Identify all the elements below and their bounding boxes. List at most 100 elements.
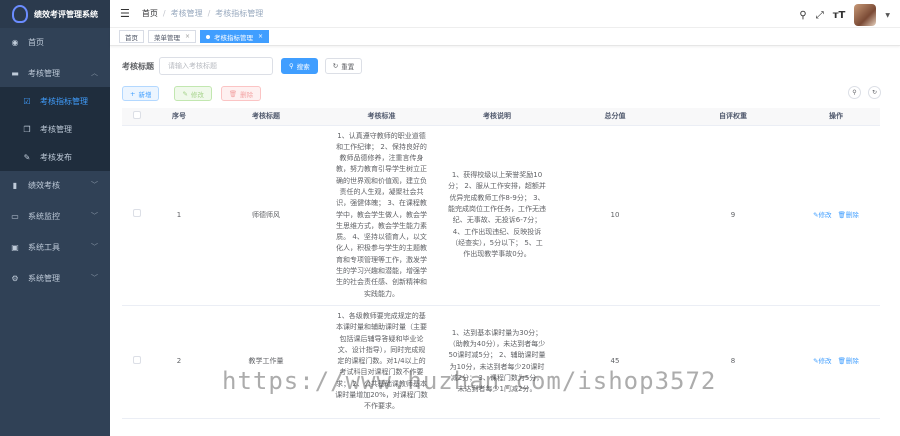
table-row: 2 教学工作量 1、各级教师要完成规定的基本课时量和辅助课时量（主要包括课后辅导… [122,305,880,419]
sidebar-item-monitor[interactable]: ▭ 系统监控 ﹀ [0,202,110,230]
cell-description: 1、达到基本课时量为30分；（助教为40分），未达到者每少50课时减5分； 2、… [438,305,556,419]
sidebar-item-label: 考核管理 [40,124,72,134]
breadcrumb-item: 考核指标管理 [215,9,264,18]
select-all-checkbox[interactable] [132,111,141,120]
indicator-table: 序号 考核标题 考核标准 考核说明 总分值 自评权重 操作 1 师德师风 1、认… [122,108,880,419]
refresh-button[interactable]: ↻ [868,86,881,99]
app-title: 绩效考评管理系统 [34,9,98,19]
toolbar: + 新增 ✎ 修改 🗑 删除 [122,86,262,101]
sidebar-item-tools[interactable]: ▣ 系统工具 ﹀ [0,233,110,261]
tag-menu-manage[interactable]: 菜单管理 × [148,30,197,43]
edit-icon: ✎ [182,89,188,98]
fullscreen-icon[interactable]: ⤢ [816,10,824,21]
toggle-search-button[interactable]: ⚲ [848,86,861,99]
toolbox-icon: ▣ [11,242,19,252]
copy-icon: ❐ [23,124,31,134]
column-header: 序号 [151,108,207,126]
cell-actions: ✎修改 🗑删除 [792,305,880,419]
sidebar-item-label: 考核管理 [28,68,60,78]
breadcrumb-separator: / [162,9,166,18]
cell-weight: 9 [674,125,792,306]
font-size-icon[interactable]: ᴛT [833,10,846,21]
search-input[interactable] [159,57,273,75]
tag-home[interactable]: 首页 [119,30,144,43]
row-edit-link[interactable]: ✎修改 [813,357,834,365]
tags-view: 首页 菜单管理 × 考核指标管理 × [110,28,900,46]
sidebar-item-indicator[interactable]: ☑ 考核指标管理 [0,87,110,115]
reset-button-label: 重置 [341,63,355,71]
sidebar-item-label: 首页 [28,37,44,47]
caret-down-icon[interactable]: ▼ [885,12,890,19]
cell-weight: 8 [674,305,792,419]
chart-icon: ▮ [12,180,18,190]
search-button[interactable]: ⚲ 搜索 [281,58,318,74]
logo-icon [12,5,28,23]
edit-button-label: 修改 [190,90,204,99]
folder-icon: ▬ [11,68,19,78]
checklist-icon: ☑ [23,96,31,106]
chevron-down-icon: ﹀ [91,181,98,189]
sidebar-item-system[interactable]: ⚙ 系统管理 ﹀ [0,264,110,292]
sidebar-item-performance[interactable]: ▮ 绩效考核 ﹀ [0,171,110,199]
delete-button[interactable]: 🗑 删除 [220,86,262,101]
cell-score: 10 [556,125,674,306]
monitor-icon: ▭ [11,211,19,221]
reset-button[interactable]: ↻ 重置 [324,58,363,74]
breadcrumb-item[interactable]: 首页 [142,8,158,19]
avatar[interactable] [854,4,877,26]
row-delete-link[interactable]: 🗑删除 [838,211,859,219]
chevron-up-icon: ︿ [91,69,98,77]
tag-indicator-manage[interactable]: 考核指标管理 × [200,30,270,43]
chevron-down-icon: ﹀ [91,274,98,282]
hamburger-icon[interactable]: ☰ [120,7,130,20]
topbar-actions: ⚲ ⤢ ᴛT ▼ [799,4,890,26]
close-icon[interactable]: × [185,33,190,40]
cell-title: 师德师风 [207,125,325,306]
column-header: 考核标题 [207,108,325,126]
chevron-down-icon: ﹀ [91,212,98,220]
row-delete-label: 删除 [845,357,859,366]
row-delete-link[interactable]: 🗑删除 [838,357,859,365]
row-edit-link[interactable]: ✎修改 [813,211,834,219]
sidebar-item-home[interactable]: ◉ 首页 [0,28,110,56]
cell-description: 1、获得校级以上荣誉奖励10分； 2、服从工作安排，超额并优异完成教师工作8-9… [438,125,556,306]
column-header: 考核说明 [438,108,556,126]
sidebar-item-label: 系统监控 [28,211,60,221]
row-delete-label: 删除 [845,210,859,219]
edit-button[interactable]: ✎ 修改 [174,86,212,101]
row-edit-label: 修改 [818,210,832,219]
search-icon: ⚲ [289,62,294,70]
column-header: 总分值 [556,108,674,126]
add-button[interactable]: + 新增 [122,86,160,101]
close-icon[interactable]: × [258,33,263,40]
breadcrumb-item: 考核管理 [170,9,203,18]
cell-index: 1 [151,125,207,306]
cell-actions: ✎修改 🗑删除 [792,125,880,306]
sidebar-item-publish[interactable]: ✎ 考核发布 [0,143,110,171]
sidebar-item-label: 考核指标管理 [40,96,88,106]
edit-icon: ✎ [23,152,31,162]
trash-icon: 🗑 [837,357,846,366]
tag-label: 首页 [125,33,138,42]
row-checkbox[interactable] [132,355,141,364]
sidebar-item-label: 考核发布 [40,152,72,162]
row-checkbox[interactable] [132,209,141,218]
sidebar-item-label: 绩效考核 [28,180,60,190]
app-logo[interactable]: 绩效考评管理系统 [0,0,110,28]
breadcrumb-separator: / [207,9,211,18]
cell-standard: 1、认真遵守教师的职业道德和工作纪律； 2、保持良好的教师品德修养，注重言传身教… [325,125,438,306]
search-form: 考核标题 ⚲ 搜索 ↻ 重置 [122,57,363,75]
column-header: 考核标准 [325,108,438,126]
delete-button-label: 删除 [240,90,254,99]
sidebar: 绩效考评管理系统 ◉ 首页 ▬ 考核管理 ︿ ☑ 考核指标管理 ❐ 考核管理 ✎… [0,0,110,436]
cell-score: 45 [556,305,674,419]
dashboard-icon: ◉ [11,37,19,47]
search-icon[interactable]: ⚲ [799,10,806,21]
refresh-icon: ↻ [332,62,339,70]
row-edit-label: 修改 [818,357,832,366]
refresh-icon: ↻ [871,89,878,96]
sidebar-item-assessment[interactable]: ▬ 考核管理 ︿ [0,59,110,87]
tag-label: 考核指标管理 [214,33,254,42]
sidebar-item-assessment-manage[interactable]: ❐ 考核管理 [0,115,110,143]
sidebar-item-label: 系统工具 [28,242,60,252]
